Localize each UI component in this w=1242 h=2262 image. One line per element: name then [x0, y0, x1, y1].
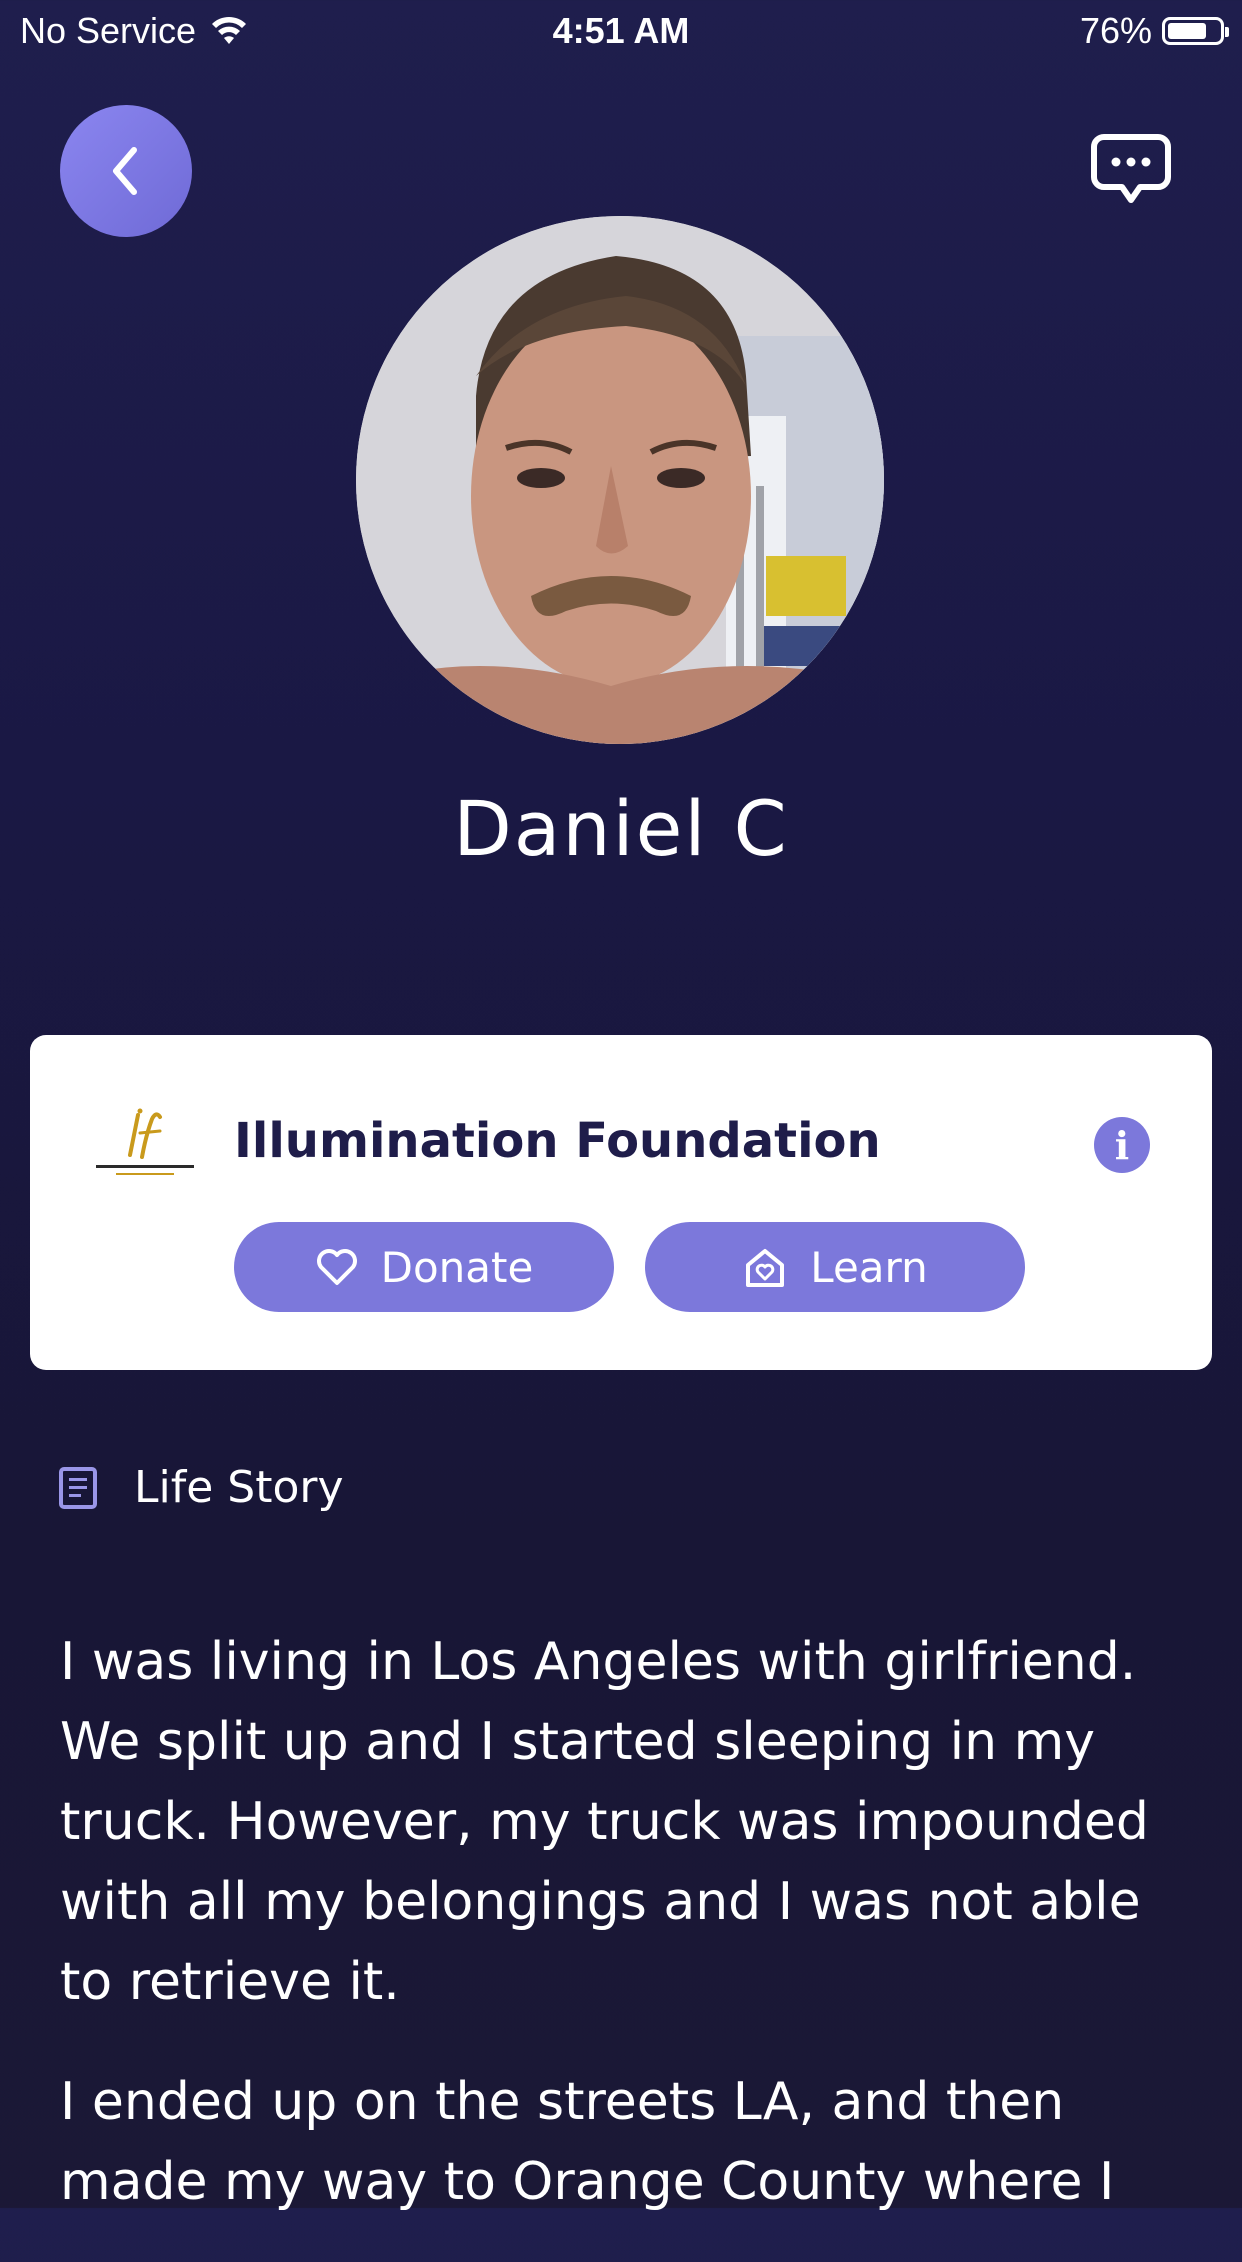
learn-label: Learn [810, 1242, 928, 1292]
battery-icon [1162, 17, 1229, 45]
donate-label: Donate [380, 1242, 534, 1292]
info-button[interactable]: i [1094, 1117, 1150, 1173]
profile-name: Daniel C [453, 784, 789, 873]
story-paragraph: I was living in Los Angeles with girlfri… [60, 1632, 1149, 2012]
info-icon: i [1114, 1122, 1130, 1168]
organization-card: Illumination Foundation i Donate Learn [30, 1035, 1212, 1370]
profile-photo [356, 216, 884, 744]
profile-avatar [356, 216, 884, 744]
life-story-title: Life Story [134, 1462, 344, 1513]
heart-icon [316, 1249, 357, 1285]
battery-level [1168, 23, 1206, 39]
organization-logo [90, 1105, 200, 1185]
status-bar: No Service 4:51 AM 76% [0, 0, 1242, 62]
battery-tip [1225, 27, 1229, 37]
chevron-left-icon [113, 147, 137, 195]
learn-button[interactable]: Learn [645, 1222, 1025, 1312]
life-story-text: I was living in Los Angeles with girlfri… [60, 1622, 1200, 2262]
status-right: 76% [1079, 10, 1229, 52]
organization-name: Illumination Foundation [234, 1113, 881, 1169]
home-heart-icon [746, 1249, 785, 1287]
chat-button[interactable] [1090, 132, 1172, 208]
story-paragraph: I ended up on the streets LA, and then m… [60, 2072, 1115, 2212]
life-story-header: Life Story [58, 1462, 344, 1513]
chat-bubble-icon [1091, 134, 1171, 203]
donate-button[interactable]: Donate [234, 1222, 614, 1312]
book-icon [59, 1466, 97, 1509]
illumination-foundation-logo [96, 1108, 194, 1175]
back-button[interactable] [60, 105, 192, 237]
status-time: 4:51 AM [552, 10, 690, 51]
battery-percent: 76% [1079, 10, 1152, 51]
